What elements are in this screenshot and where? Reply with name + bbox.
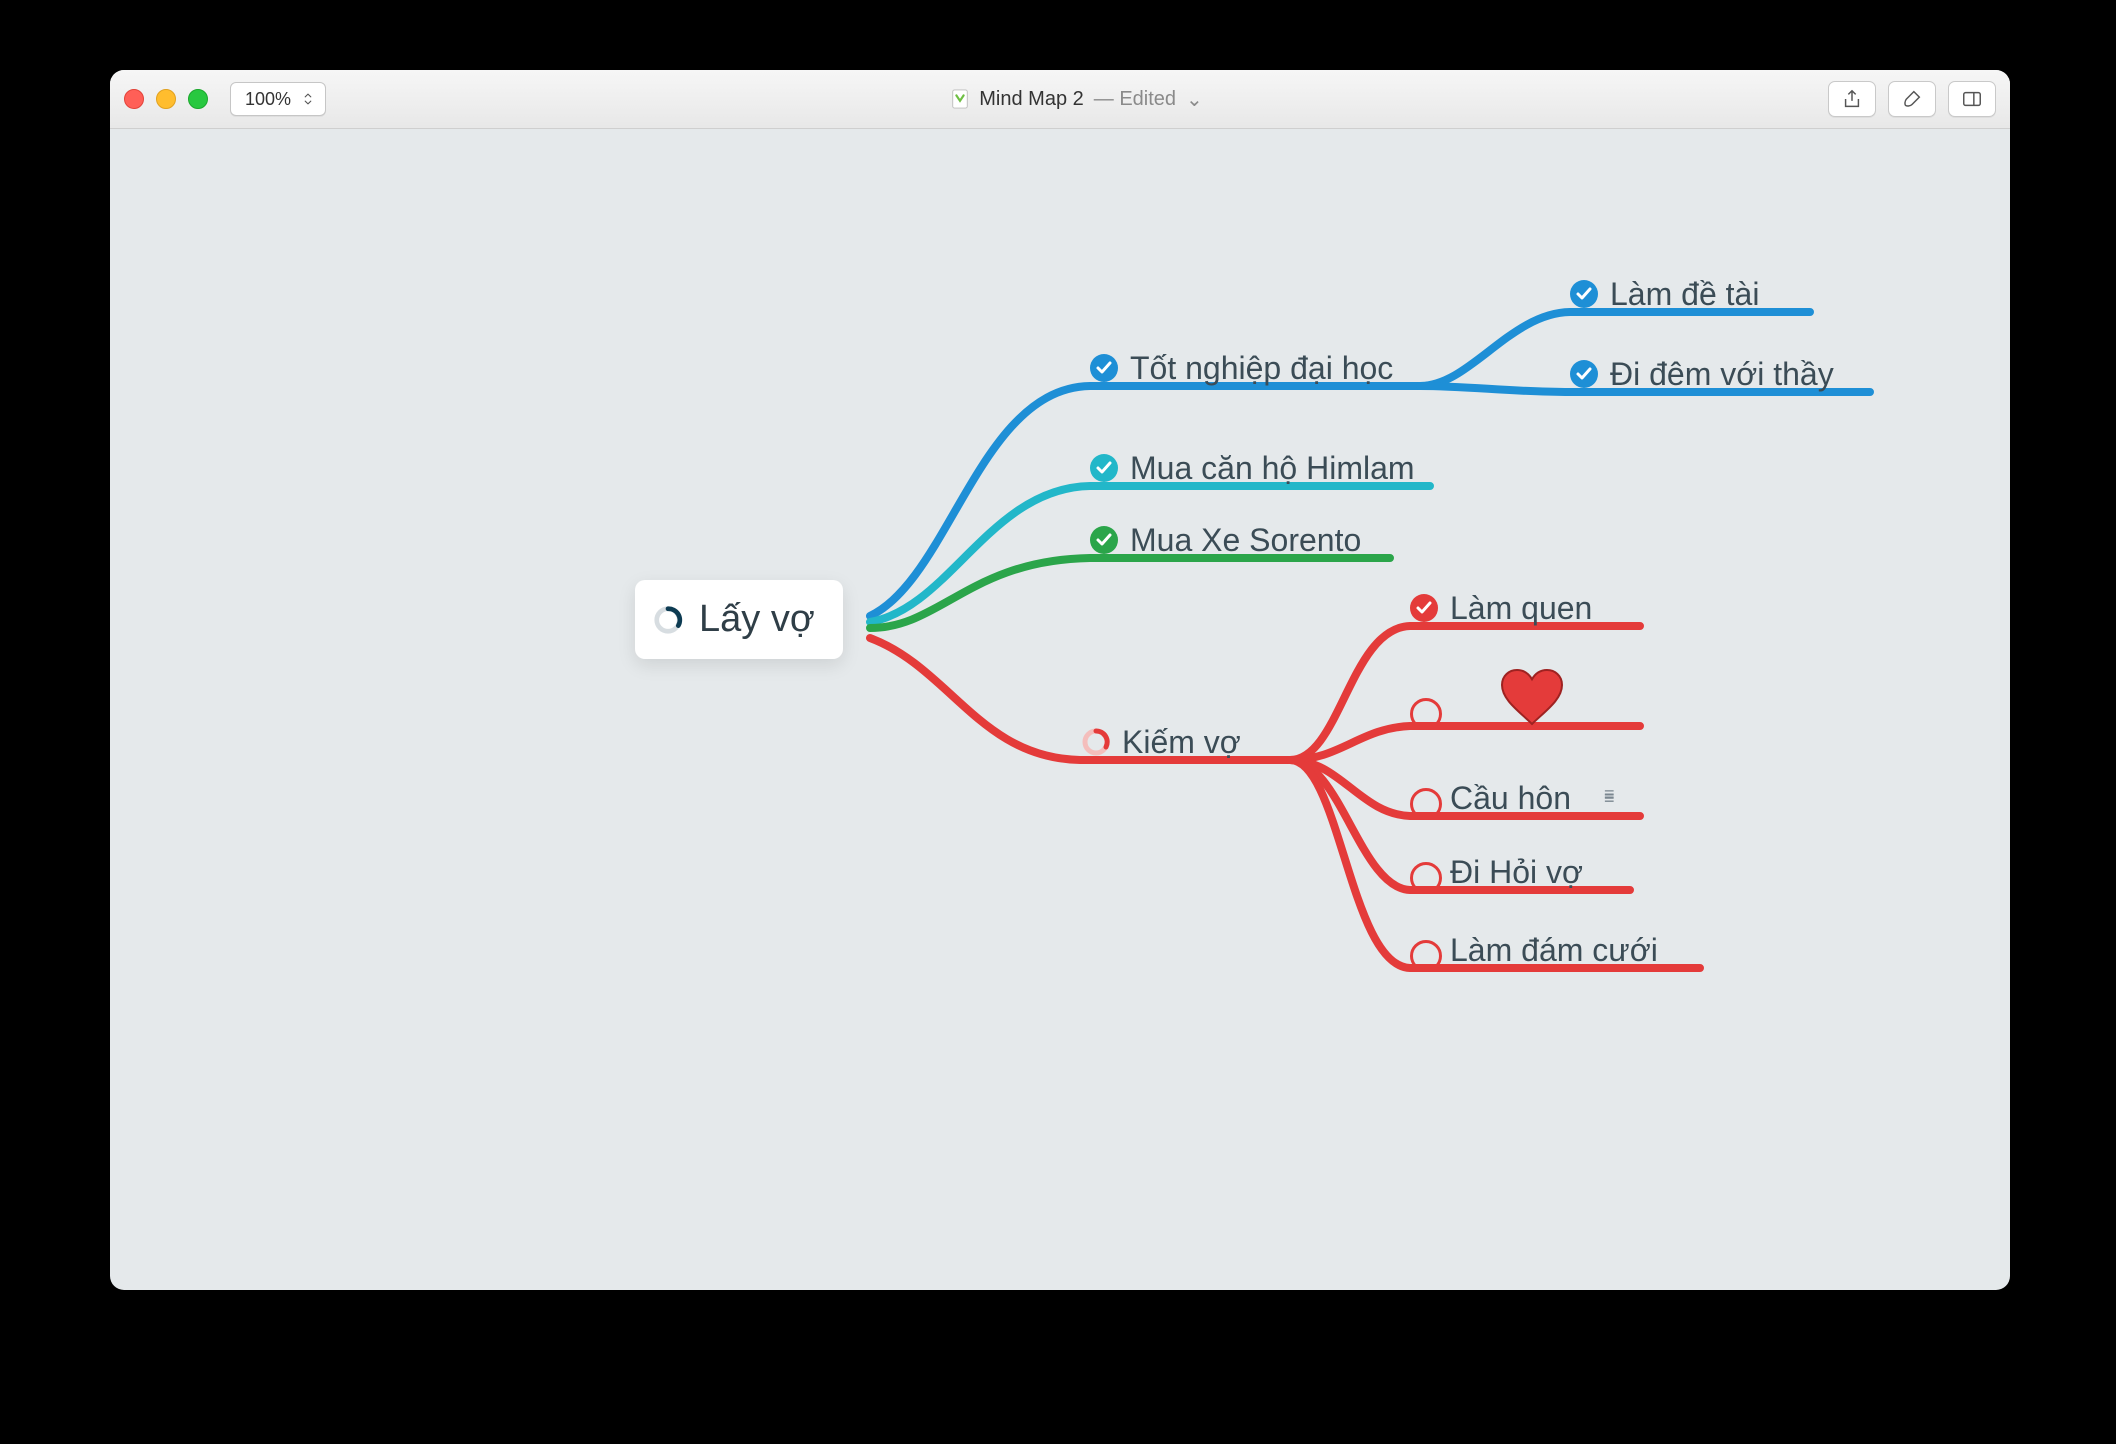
status-partial-badge[interactable]	[1082, 728, 1110, 756]
check-circle-icon	[1090, 454, 1118, 482]
document-name: Mind Map 2	[979, 88, 1084, 111]
format-button[interactable]	[1888, 81, 1936, 117]
heart-icon	[1500, 668, 1564, 731]
root-node[interactable]: Lấy vợ	[635, 580, 843, 659]
minimize-window-button[interactable]	[156, 89, 176, 109]
status-done-badge[interactable]	[1090, 526, 1118, 554]
check-circle-icon	[1090, 354, 1118, 382]
document-state: — Edited	[1094, 88, 1176, 111]
node-b1c1[interactable]: Làm đề tài	[1610, 276, 1759, 313]
node-b4c3[interactable]: Cầu hôn	[1450, 780, 1571, 817]
check-circle-icon	[1570, 280, 1598, 308]
panels-button[interactable]	[1948, 81, 1996, 117]
close-window-button[interactable]	[124, 89, 144, 109]
paintbrush-icon	[1901, 88, 1923, 110]
node-b4c1[interactable]: Làm quen	[1450, 590, 1592, 627]
node-b4c5[interactable]: Làm đám cưới	[1450, 932, 1658, 969]
status-done-badge[interactable]	[1410, 594, 1438, 622]
status-done-badge[interactable]	[1570, 280, 1598, 308]
node-b1[interactable]: Tốt nghiệp đại học	[1130, 350, 1393, 387]
note-icon[interactable]: ≡≡	[1604, 792, 1613, 800]
check-circle-icon	[1570, 360, 1598, 388]
share-icon	[1841, 88, 1863, 110]
root-label: Lấy vợ	[699, 598, 815, 641]
status-done-badge[interactable]	[1090, 354, 1118, 382]
node-b4[interactable]: Kiếm vợ	[1122, 724, 1241, 761]
chevron-updown-icon	[301, 92, 315, 106]
check-circle-icon	[1410, 594, 1438, 622]
progress-partial-icon	[1082, 728, 1110, 756]
chevron-down-icon: ⌄	[1186, 87, 1203, 112]
node-b2[interactable]: Mua căn hộ Himlam	[1130, 450, 1415, 487]
node-b1c2[interactable]: Đi đêm với thầy	[1610, 356, 1834, 393]
node-b3[interactable]: Mua Xe Sorento	[1130, 522, 1361, 559]
zoom-value: 100%	[245, 89, 291, 110]
app-window: 100% Mind Map 2 — Edited ⌄	[110, 70, 2010, 1290]
mindmap-canvas[interactable]: Lấy vợ Tốt nghiệp đại học Làm đề tài Đi …	[110, 128, 2010, 1290]
sidebar-icon	[1961, 88, 1983, 110]
toolbar-right	[1828, 81, 1996, 117]
status-todo-ring[interactable]	[1410, 698, 1442, 730]
document-icon	[951, 89, 969, 109]
status-todo-ring[interactable]	[1410, 788, 1442, 820]
status-todo-ring[interactable]	[1410, 940, 1442, 972]
share-button[interactable]	[1828, 81, 1876, 117]
titlebar: 100% Mind Map 2 — Edited ⌄	[110, 70, 2010, 129]
window-controls	[124, 89, 208, 109]
progress-partial-icon	[653, 605, 683, 635]
status-todo-ring[interactable]	[1410, 862, 1442, 894]
status-done-badge[interactable]	[1570, 360, 1598, 388]
zoom-window-button[interactable]	[188, 89, 208, 109]
zoom-select[interactable]: 100%	[230, 82, 326, 116]
document-title[interactable]: Mind Map 2 — Edited ⌄	[340, 87, 1814, 112]
node-b4c4[interactable]: Đi Hỏi vợ	[1450, 854, 1583, 891]
check-circle-icon	[1090, 526, 1118, 554]
status-done-badge[interactable]	[1090, 454, 1118, 482]
